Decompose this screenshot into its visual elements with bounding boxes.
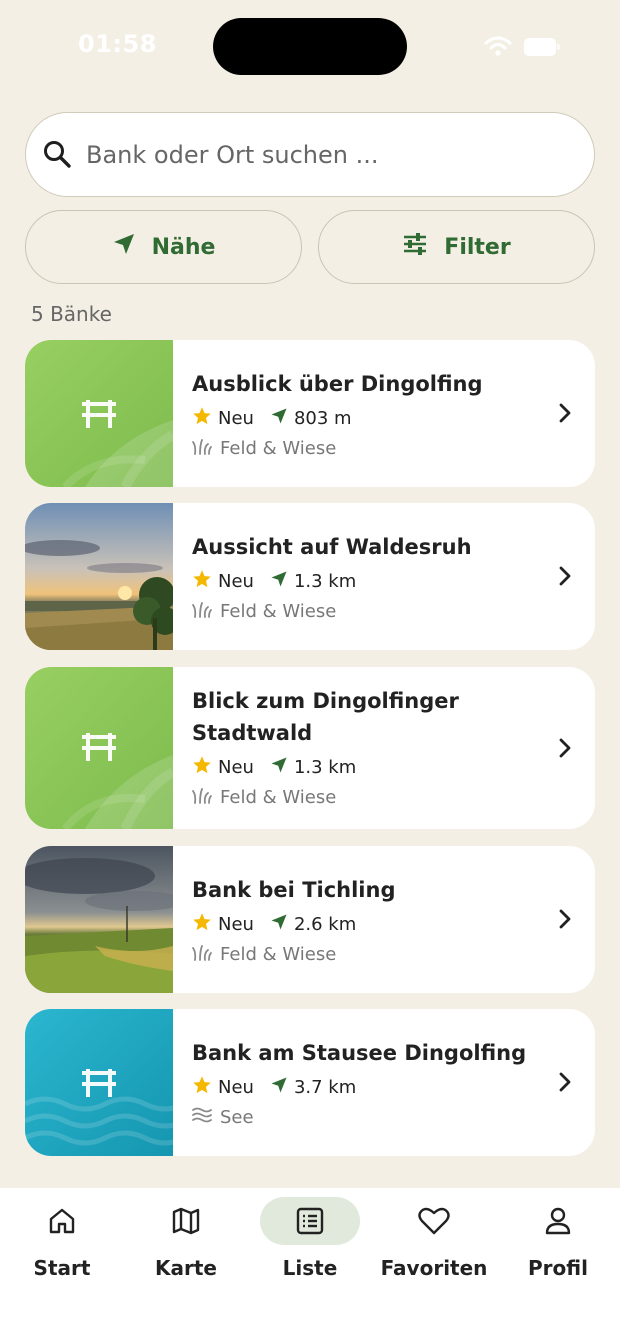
chevron-right-icon bbox=[557, 736, 573, 764]
map-icon bbox=[171, 1206, 201, 1240]
status-bar: 01:58 bbox=[0, 0, 620, 92]
nav-item-favoriten[interactable]: Favoriten bbox=[372, 1188, 496, 1298]
navigation-arrow-icon bbox=[270, 570, 288, 593]
bench-card[interactable]: Ausblick über Dingolfing Neu 803 m Feld … bbox=[25, 340, 595, 487]
bench-distance: 1.3 km bbox=[293, 570, 357, 592]
battery-icon bbox=[524, 38, 560, 56]
bench-thumbnail bbox=[25, 1009, 173, 1156]
bench-distance: 2.6 km bbox=[293, 913, 357, 935]
bench-title: Ausblick über Dingolfing bbox=[192, 372, 483, 396]
nav-item-karte[interactable]: Karte bbox=[124, 1188, 248, 1298]
near-button-label: Nähe bbox=[151, 234, 216, 260]
heart-icon bbox=[418, 1206, 450, 1240]
bench-title: Aussicht auf Waldesruh bbox=[192, 535, 472, 559]
nav-item-label: Liste bbox=[282, 1256, 338, 1280]
bench-card[interactable]: Bank bei Tichling Neu 2.6 km Feld & Wies… bbox=[25, 846, 595, 993]
nav-item-label: Start bbox=[33, 1256, 91, 1280]
search-icon bbox=[42, 139, 72, 173]
grass-icon bbox=[192, 600, 212, 623]
bench-rating: Neu bbox=[218, 407, 254, 429]
bench-distance: 1.3 km bbox=[293, 756, 357, 778]
bench-thumbnail bbox=[25, 667, 173, 829]
grass-icon bbox=[192, 437, 212, 460]
bench-type: Feld & Wiese bbox=[220, 786, 337, 808]
star-icon bbox=[192, 1075, 212, 1100]
bench-card[interactable]: Aussicht auf Waldesruh Neu 1.3 km Feld &… bbox=[25, 503, 595, 650]
chevron-right-icon bbox=[557, 907, 573, 935]
navigation-arrow-icon bbox=[112, 232, 136, 262]
search-input[interactable] bbox=[86, 133, 566, 177]
bench-rating: Neu bbox=[218, 756, 254, 778]
grass-icon bbox=[192, 943, 212, 966]
navigation-arrow-icon bbox=[270, 913, 288, 936]
dynamic-island bbox=[213, 18, 407, 75]
waves-icon bbox=[192, 1106, 212, 1129]
list-icon bbox=[295, 1206, 325, 1240]
navigation-arrow-icon bbox=[270, 756, 288, 779]
nav-item-label: Profil bbox=[528, 1256, 588, 1280]
bench-distance: 803 m bbox=[293, 407, 352, 429]
home-icon bbox=[47, 1206, 77, 1240]
bench-card[interactable]: Bank am Stausee Dingolfing Neu 3.7 km Se… bbox=[25, 1009, 595, 1156]
bench-type: See bbox=[220, 1106, 254, 1128]
star-icon bbox=[192, 755, 212, 780]
status-time: 01:58 bbox=[78, 30, 157, 58]
nav-item-label: Karte bbox=[155, 1256, 217, 1280]
nav-item-label: Favoriten bbox=[380, 1256, 488, 1280]
chevron-right-icon bbox=[557, 1070, 573, 1098]
chevron-right-icon bbox=[557, 564, 573, 592]
bench-thumbnail bbox=[25, 340, 173, 487]
bench-distance: 3.7 km bbox=[293, 1076, 357, 1098]
sliders-icon bbox=[402, 232, 428, 262]
bench-rating: Neu bbox=[218, 1076, 254, 1098]
bench-title: Bank am Stausee Dingolfing bbox=[192, 1041, 527, 1065]
bench-title-line: Stadtwald bbox=[192, 721, 313, 745]
bench-card[interactable]: Blick zum Dingolfinger Stadtwald Neu 1.3… bbox=[25, 667, 595, 829]
person-icon bbox=[543, 1206, 573, 1240]
star-icon bbox=[192, 406, 212, 431]
bench-title: Bank bei Tichling bbox=[192, 878, 396, 902]
results-count: 5 Bänke bbox=[31, 302, 112, 326]
bench-type: Feld & Wiese bbox=[220, 437, 337, 459]
star-icon bbox=[192, 569, 212, 594]
search-bar[interactable] bbox=[25, 112, 595, 197]
near-button[interactable]: Nähe bbox=[25, 210, 302, 284]
bench-title-line: Blick zum Dingolfinger bbox=[192, 689, 459, 713]
nav-item-start[interactable]: Start bbox=[0, 1188, 124, 1298]
star-icon bbox=[192, 912, 212, 937]
bench-rating: Neu bbox=[218, 570, 254, 592]
bench-thumbnail bbox=[25, 846, 173, 993]
bench-type: Feld & Wiese bbox=[220, 600, 337, 622]
navigation-arrow-icon bbox=[270, 407, 288, 430]
filter-button[interactable]: Filter bbox=[318, 210, 595, 284]
wifi-icon bbox=[484, 36, 512, 60]
bottom-navigation: Start Karte Liste Favoriten Profil bbox=[0, 1188, 620, 1342]
chevron-right-icon bbox=[557, 401, 573, 429]
navigation-arrow-icon bbox=[270, 1076, 288, 1099]
bench-rating: Neu bbox=[218, 913, 254, 935]
bench-type: Feld & Wiese bbox=[220, 943, 337, 965]
filter-button-label: Filter bbox=[444, 234, 511, 260]
nav-item-liste[interactable]: Liste bbox=[248, 1188, 372, 1298]
grass-icon bbox=[192, 786, 212, 809]
nav-item-profil[interactable]: Profil bbox=[496, 1188, 620, 1298]
bench-thumbnail bbox=[25, 503, 173, 650]
